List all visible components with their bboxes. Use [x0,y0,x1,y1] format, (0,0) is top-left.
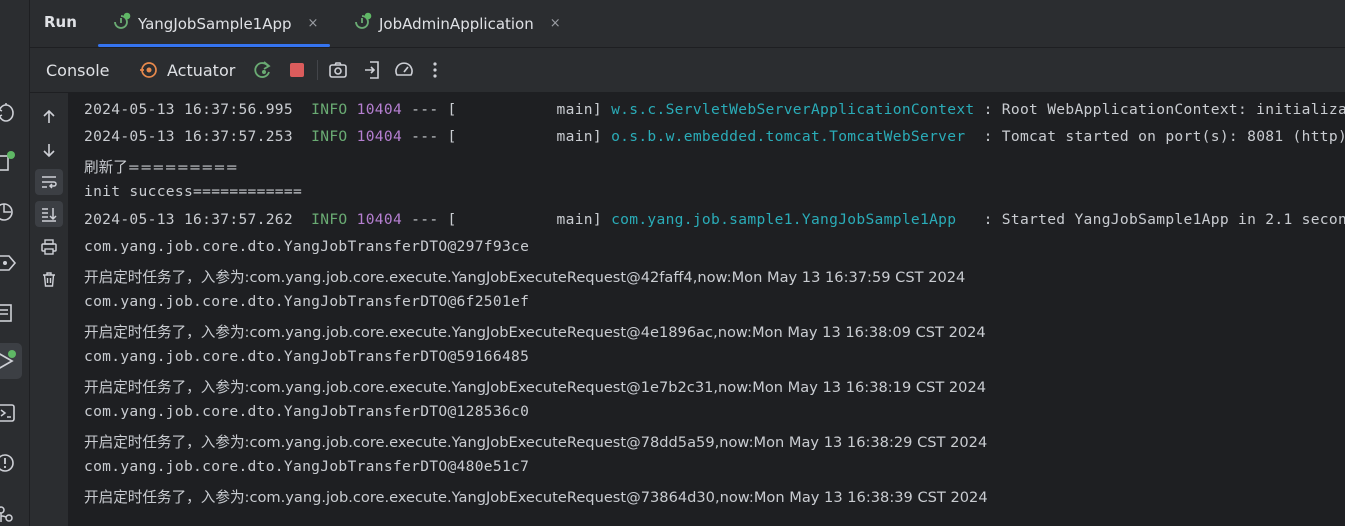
tab-label: JobAdminApplication [379,14,534,33]
console-tab[interactable]: Console [46,61,110,80]
run-panel-title: Run [44,13,77,31]
log-message: : Started YangJobSample1App in 2.1 secon… [956,211,1345,228]
console-line: 开启定时任务了，入参为:com.yang.job.core.execute.Ya… [84,486,988,508]
log-message: : Tomcat started on port(s): 8081 (http)… [983,128,1345,145]
console-text: 开启定时任务了，入参为:com.yang.job.core.execute.Ya… [84,324,986,341]
rerun-icon[interactable] [252,59,274,81]
debug-icon[interactable] [0,99,20,125]
console-line: com.yang.job.core.dto.YangJobTransferDTO… [84,348,530,365]
log-level: INFO [311,101,348,118]
build-icon[interactable] [0,300,20,326]
console-line: 开启定时任务了，入参为:com.yang.job.core.execute.Ya… [84,376,986,398]
log-logger[interactable]: w.s.c.ServletWebServerApplicationContext [611,101,974,118]
console-line: 开启定时任务了，入参为:com.yang.job.core.execute.Ya… [84,266,965,288]
log-level: INFO [311,128,348,145]
log-separator: --- [ [402,101,457,118]
console-line: 开启定时任务了，入参为:com.yang.job.core.execute.Ya… [84,431,987,453]
spring-boot-running-icon [112,12,132,36]
console-text: 刷新了========= [84,159,238,176]
arrow-up-icon[interactable] [35,104,63,130]
console-gutter [30,93,68,526]
log-thread: main] [456,211,612,228]
scroll-to-end-icon[interactable] [35,201,63,227]
console-line: 开启定时任务了，入参为:com.yang.job.core.execute.Ya… [84,321,986,343]
log-line: 2024-05-13 16:37:57.262 INFO 10404 --- [… [84,211,1345,233]
services-icon[interactable] [0,148,20,174]
tool-window-strip [0,0,30,526]
console-text: 开启定时任务了，入参为:com.yang.job.core.execute.Ya… [84,379,987,396]
tab-close-icon[interactable]: × [550,16,561,31]
git-icon[interactable] [0,500,20,526]
tab-label: YangJobSample1App [138,14,292,33]
console-line: com.yang.job.core.dto.YangJobTransferDTO… [84,403,530,420]
more-icon[interactable] [424,59,446,81]
console-line: init success============ [84,183,303,200]
console-line: com.yang.job.core.dto.YangJobTransferDTO… [84,238,530,255]
console-text: 开启定时任务了，入参为:com.yang.job.core.execute.Ya… [84,269,966,286]
console-text: 开启定时任务了，入参为:com.yang.job.core.execute.Ya… [84,434,988,451]
profiler-icon[interactable] [0,199,20,225]
exit-icon[interactable] [361,59,383,81]
camera-icon[interactable] [327,59,349,81]
print-icon[interactable] [35,234,63,260]
console-line: com.yang.job.core.dto.YangJobTransferDTO… [84,293,530,310]
tab-yangjobsample1app[interactable]: YangJobSample1App × [97,0,331,47]
console-text: 开启定时任务了，入参为:com.yang.job.core.execute.Ya… [84,489,988,506]
log-line: 2024-05-13 16:37:57.253 INFO 10404 --- [… [84,128,1345,150]
log-thread: main] [456,101,612,118]
actuator-tab[interactable]: Actuator [167,61,235,80]
spring-boot-running-icon [353,12,373,36]
log-timestamp: 2024-05-13 16:37:56.995 [84,101,293,118]
tab-jobadminapplication[interactable]: JobAdminApplication × [353,0,561,47]
problems-icon[interactable] [0,450,20,476]
console-line: com.yang.job.core.dto.YangJobTransferDTO… [84,458,530,475]
log-pid: 10404 [356,101,403,118]
dashboard-icon[interactable] [393,59,415,81]
log-line: 2024-05-13 16:37:56.995 INFO 10404 --- [… [84,101,1345,123]
log-timestamp: 2024-05-13 16:37:57.253 [84,128,293,145]
log-pid: 10404 [356,128,403,145]
trash-icon[interactable] [35,266,63,292]
terminal-icon[interactable] [0,400,20,426]
log-message: : Root WebApplicationContext: initializa… [983,101,1345,118]
clipped-previous-line [84,93,1344,95]
console-line: 刷新了========= [84,156,238,178]
log-logger[interactable]: com.yang.job.sample1.YangJobSample1App [611,211,956,228]
log-level: INFO [311,211,348,228]
log-separator: --- [ [402,211,457,228]
actuator-icon [138,59,160,81]
console-output[interactable]: 2024-05-13 16:37:56.995 INFO 10404 --- [… [69,93,1345,526]
log-pid: 10404 [356,211,403,228]
arrow-down-icon[interactable] [35,137,63,163]
run-tabs-bar: Run YangJobSample1App × JobAdminApplicat… [30,0,1345,48]
log-logger[interactable]: o.s.b.w.embedded.tomcat.TomcatWebServer [611,128,965,145]
soft-wrap-icon[interactable] [35,169,63,195]
log-timestamp: 2024-05-13 16:37:57.262 [84,211,293,228]
stop-icon[interactable] [286,59,308,81]
endpoints-icon[interactable] [0,250,20,276]
tab-close-icon[interactable]: × [308,16,319,31]
log-thread: main] [456,128,612,145]
run-tool-icon[interactable] [0,347,20,373]
console-toolbar: Console Actuator [30,48,1345,93]
toolbar-divider [317,60,318,80]
log-separator: --- [ [402,128,457,145]
